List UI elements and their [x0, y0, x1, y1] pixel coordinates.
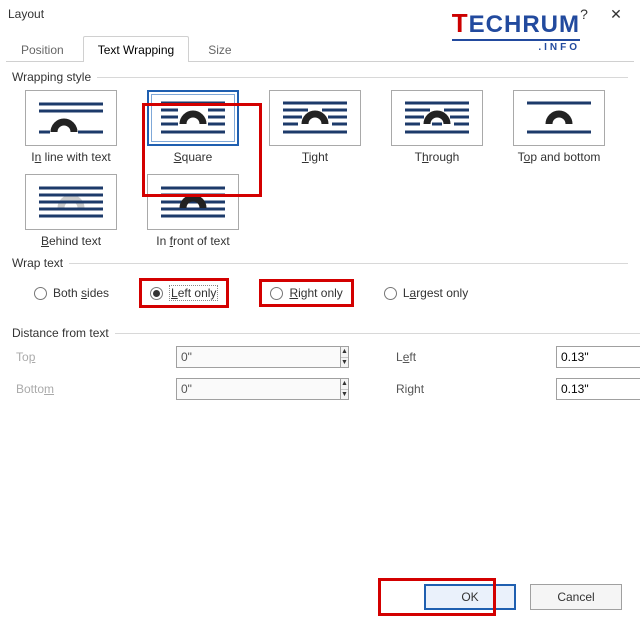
dist-right-label: Right: [396, 382, 456, 396]
style-infront[interactable]: In front of text: [138, 174, 248, 248]
dist-top-label: Top: [16, 350, 76, 364]
style-tight[interactable]: Tight: [260, 90, 370, 164]
style-top-bottom[interactable]: Top and bottom: [504, 90, 614, 164]
tab-size[interactable]: Size: [193, 36, 246, 62]
radio-right-only[interactable]: Right only: [259, 279, 353, 307]
dist-bottom-input[interactable]: [176, 378, 341, 400]
wrapping-style-group: Wrapping style In line with text: [12, 70, 628, 248]
dialog-content: Wrapping style In line with text: [0, 62, 640, 400]
style-inline[interactable]: In line with text: [16, 90, 126, 164]
cancel-button[interactable]: Cancel: [530, 584, 622, 610]
ok-button[interactable]: OK: [424, 584, 516, 610]
close-icon[interactable]: ✕: [600, 6, 632, 23]
dist-right-spin[interactable]: ▲▼: [556, 378, 640, 400]
wrap-text-label: Wrap text: [12, 256, 63, 270]
wrap-text-radios: Both sides Left only Right only Largest …: [34, 278, 628, 308]
wrapping-style-label: Wrapping style: [12, 70, 91, 84]
style-through[interactable]: Through: [382, 90, 492, 164]
dist-top-input[interactable]: [176, 346, 341, 368]
dist-bottom-label: Bottom: [16, 382, 76, 396]
dist-left-label: Left: [396, 350, 456, 364]
dist-bottom-spin[interactable]: ▲▼: [176, 378, 286, 400]
radio-icon: [150, 287, 163, 300]
watermark-brand: TECHRUM .INFO: [452, 10, 580, 53]
layout-dialog: Layout ? ✕ TECHRUM .INFO Position Text W…: [0, 0, 640, 628]
tab-text-wrapping[interactable]: Text Wrapping: [83, 36, 189, 62]
chevron-down-icon[interactable]: ▼: [341, 389, 348, 400]
radio-largest-only[interactable]: Largest only: [384, 286, 468, 300]
style-square[interactable]: Square: [138, 90, 248, 164]
radio-both-sides[interactable]: Both sides: [34, 286, 109, 300]
distance-label: Distance from text: [12, 326, 109, 340]
radio-left-only[interactable]: Left only: [139, 278, 229, 308]
dist-right-input[interactable]: [556, 378, 640, 400]
radio-icon: [384, 287, 397, 300]
wrap-text-group: Wrap text Both sides Left only Right onl…: [12, 256, 628, 318]
style-behind[interactable]: Behind text: [16, 174, 126, 248]
dist-left-input[interactable]: [556, 346, 640, 368]
tab-position[interactable]: Position: [6, 36, 79, 62]
radio-icon: [270, 287, 283, 300]
chevron-up-icon[interactable]: ▲: [341, 379, 348, 389]
dist-top-spin[interactable]: ▲▼: [176, 346, 286, 368]
chevron-up-icon[interactable]: ▲: [341, 347, 348, 357]
chevron-down-icon[interactable]: ▼: [341, 357, 348, 368]
radio-icon: [34, 287, 47, 300]
dist-left-spin[interactable]: ▲▼: [556, 346, 640, 368]
distance-group: Distance from text Top ▲▼ Left ▲▼ Bottom…: [12, 326, 640, 400]
dialog-buttons: OK Cancel: [424, 584, 622, 610]
wrapping-style-options: In line with text Squar: [16, 90, 628, 248]
